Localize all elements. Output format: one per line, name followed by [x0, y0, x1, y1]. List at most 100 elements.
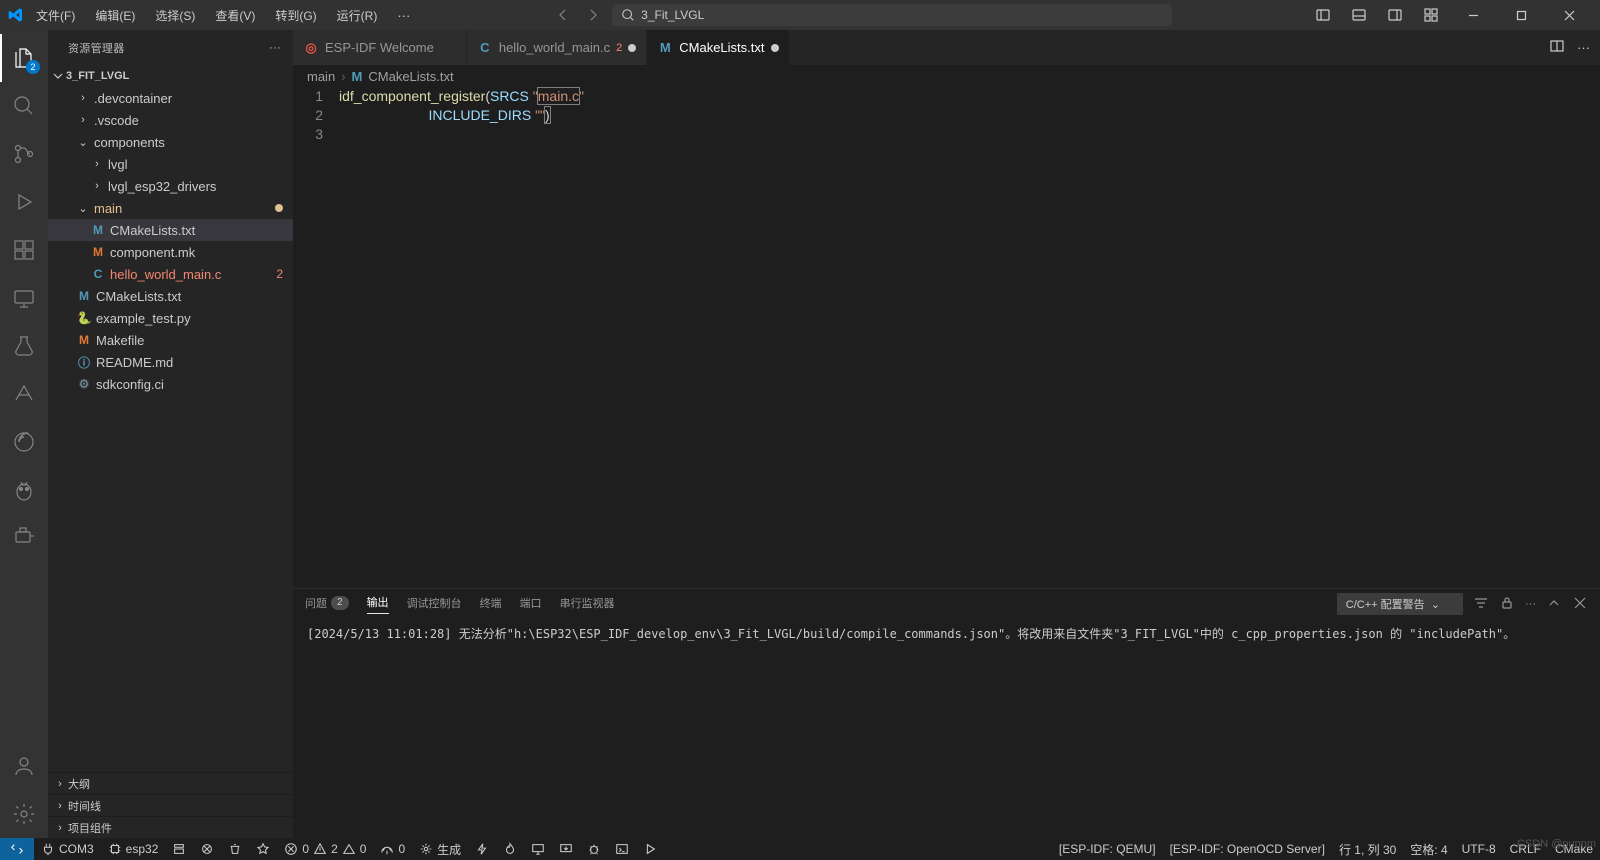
tab-cmakelists[interactable]: M CMakeLists.txt [647, 30, 789, 65]
status-line-col[interactable]: 行 1, 列 30 [1332, 838, 1403, 860]
file-cmake-main[interactable]: MCMakeLists.txt [48, 219, 293, 241]
activity-arduino-icon[interactable] [0, 370, 48, 418]
activity-account[interactable] [0, 742, 48, 790]
status-terminal-icon[interactable] [608, 838, 636, 860]
section-outline[interactable]: ›大纲 [48, 772, 293, 794]
file-example-test[interactable]: 🐍example_test.py [48, 307, 293, 329]
nav-forward-button[interactable] [582, 4, 604, 26]
activity-extensions[interactable] [0, 226, 48, 274]
activity-bar: 2 [0, 30, 48, 838]
activity-docker-icon[interactable] [0, 514, 48, 562]
panel-maximize-icon[interactable] [1546, 595, 1562, 614]
status-monitor-icon[interactable] [524, 838, 552, 860]
status-radio[interactable]: 0 [373, 838, 412, 860]
breadcrumb-segment[interactable]: CMakeLists.txt [368, 69, 453, 84]
menu-go[interactable]: 转到(G) [267, 5, 324, 26]
section-timeline[interactable]: ›时间线 [48, 794, 293, 816]
file-hello-world[interactable]: Chello_world_main.c2 [48, 263, 293, 285]
breadcrumb-segment[interactable]: main [307, 69, 335, 84]
status-port[interactable]: COM3 [34, 838, 101, 860]
file-sdkconfig[interactable]: ⚙sdkconfig.ci [48, 373, 293, 395]
panel-tab-serial[interactable]: 串行监视器 [560, 595, 615, 614]
status-clean-icon[interactable] [193, 838, 221, 860]
dirty-indicator-icon [628, 44, 636, 52]
status-flame-icon[interactable] [496, 838, 524, 860]
activity-espressif-icon[interactable] [0, 418, 48, 466]
menu-file[interactable]: 文件(F) [28, 5, 83, 26]
menu-run[interactable]: 运行(R) [329, 5, 386, 26]
status-run-icon[interactable] [636, 838, 664, 860]
file-readme[interactable]: ⓘREADME.md [48, 351, 293, 373]
status-star-icon[interactable] [249, 838, 277, 860]
status-download-icon[interactable] [552, 838, 580, 860]
file-cmake-root[interactable]: MCMakeLists.txt [48, 285, 293, 307]
panel-filter-icon[interactable] [1473, 595, 1489, 614]
folder-main[interactable]: ⌄main [48, 197, 293, 219]
folder-lvgl[interactable]: ›lvgl [48, 153, 293, 175]
status-trash-icon[interactable] [221, 838, 249, 860]
activity-run-debug[interactable] [0, 178, 48, 226]
tab-more-icon[interactable]: ··· [1577, 40, 1590, 55]
split-editor-icon[interactable] [1549, 38, 1565, 57]
status-spaces[interactable]: 空格: 4 [1403, 838, 1454, 860]
panel-close-icon[interactable] [1572, 595, 1588, 614]
menu-view[interactable]: 查看(V) [207, 5, 263, 26]
panel-lock-icon[interactable] [1499, 595, 1515, 614]
nav-back-button[interactable] [552, 4, 574, 26]
status-build[interactable]: 生成 [412, 838, 468, 860]
panel-more-icon[interactable]: ··· [1525, 598, 1536, 610]
project-root[interactable]: 3_FIT_LVGL [48, 65, 293, 87]
layout-panel-icon[interactable] [1342, 0, 1376, 30]
activity-settings[interactable] [0, 790, 48, 838]
status-openocd[interactable]: [ESP-IDF: OpenOCD Server] [1163, 838, 1332, 860]
activity-search[interactable] [0, 82, 48, 130]
layout-sidebar-right-icon[interactable] [1378, 0, 1412, 30]
status-debug-icon[interactable] [580, 838, 608, 860]
panel-tab-output[interactable]: 输出 [367, 594, 389, 614]
activity-explorer[interactable]: 2 [0, 34, 48, 82]
file-component-mk[interactable]: Mcomponent.mk [48, 241, 293, 263]
folder-components[interactable]: ⌄components [48, 131, 293, 153]
status-problems[interactable]: 0 2 0 [277, 838, 373, 860]
tab-esp-welcome[interactable]: ◎ ESP-IDF Welcome [293, 30, 467, 65]
window-maximize-button[interactable] [1498, 0, 1544, 30]
status-language[interactable]: CMake [1548, 838, 1600, 860]
code-editor[interactable]: 1 idf_component_register(SRCS "main.c" 2… [293, 87, 1600, 588]
window-minimize-button[interactable] [1450, 0, 1496, 30]
panel-tab-ports[interactable]: 端口 [520, 595, 542, 614]
output-content[interactable]: [2024/5/13 11:01:28] 无法分析"h:\ESP32\ESP_I… [293, 619, 1600, 838]
folder-vscode[interactable]: ›.vscode [48, 109, 293, 131]
status-chip[interactable]: esp32 [101, 838, 166, 860]
menu-more[interactable]: ··· [389, 6, 418, 25]
explorer-more-icon[interactable]: ··· [269, 42, 281, 54]
menu-select[interactable]: 选择(S) [147, 5, 203, 26]
tab-hello-world[interactable]: C hello_world_main.c 2 [467, 30, 647, 65]
panel-tab-problems[interactable]: 问题2 [305, 595, 349, 614]
section-project-components[interactable]: ›项目组件 [48, 816, 293, 838]
status-encoding[interactable]: UTF-8 [1455, 838, 1503, 860]
status-lightning-icon[interactable] [468, 838, 496, 860]
status-sdk-icon[interactable] [165, 838, 193, 860]
folder-devcontainer[interactable]: ›.devcontainer [48, 87, 293, 109]
menu-edit[interactable]: 编辑(E) [87, 5, 143, 26]
panel-tab-debug[interactable]: 调试控制台 [407, 595, 462, 614]
info-file-icon: ⓘ [76, 354, 92, 371]
activity-source-control[interactable] [0, 130, 48, 178]
folder-lvgl-drivers[interactable]: ›lvgl_esp32_drivers [48, 175, 293, 197]
command-center[interactable]: 3_Fit_LVGL [612, 4, 1172, 26]
remote-button[interactable] [0, 838, 34, 860]
output-channel-select[interactable]: C/C++ 配置警告 ⌄ [1337, 593, 1463, 615]
activity-platformio-icon[interactable] [0, 466, 48, 514]
file-tree: 3_FIT_LVGL ›.devcontainer ›.vscode ⌄comp… [48, 65, 293, 772]
breadcrumb[interactable]: main › M CMakeLists.txt [293, 65, 1600, 87]
layout-customize-icon[interactable] [1414, 0, 1448, 30]
activity-testing[interactable] [0, 322, 48, 370]
window-close-button[interactable] [1546, 0, 1592, 30]
file-makefile[interactable]: MMakefile [48, 329, 293, 351]
activity-remote-explorer[interactable] [0, 274, 48, 322]
panel-tab-terminal[interactable]: 终端 [480, 595, 502, 614]
modified-dot-icon [275, 204, 283, 212]
status-eol[interactable]: CRLF [1503, 838, 1548, 860]
status-esp-qemu[interactable]: [ESP-IDF: QEMU] [1052, 838, 1163, 860]
layout-sidebar-left-icon[interactable] [1306, 0, 1340, 30]
